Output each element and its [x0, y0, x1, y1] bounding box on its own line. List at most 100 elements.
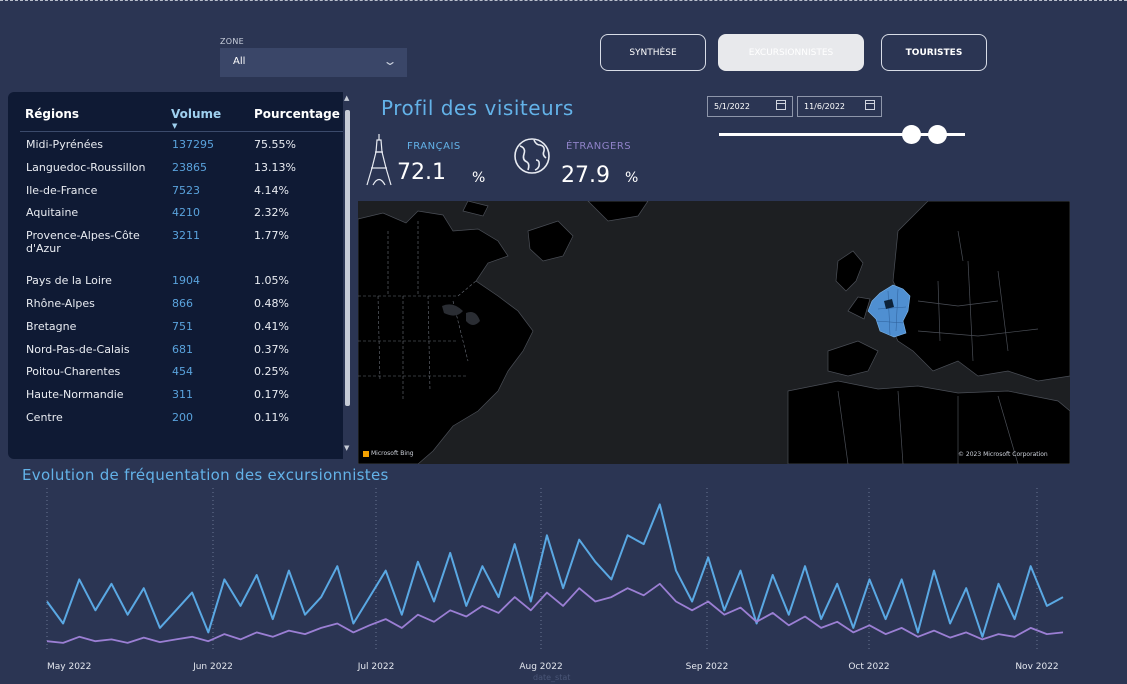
synthese-button[interactable]: SYNTHÈSE: [600, 34, 706, 71]
volume-value: 23865: [172, 160, 207, 174]
top-dashed-border: [0, 0, 1127, 1]
header-divider: [20, 131, 345, 132]
table-row[interactable]: Rhône-Alpes 866 0.48%: [8, 293, 348, 316]
x-tick-label: May 2022: [47, 662, 91, 672]
scrollbar-thumb[interactable]: [345, 110, 350, 406]
foreign-percentage-value: 27.9: [561, 163, 610, 188]
volume-value: 1904: [172, 274, 200, 288]
x-tick-label: Oct 2022: [848, 662, 889, 672]
french-percentage-unit: %: [472, 170, 486, 186]
table-row[interactable]: Midi-Pyrénées 137295 75.55%: [8, 134, 348, 157]
table-scrollbar[interactable]: ▲ ▼: [343, 92, 352, 459]
visitor-origin-map[interactable]: [358, 201, 1070, 464]
series-line-1: [46, 582, 1064, 644]
percentage-value: 0.11%: [254, 410, 289, 424]
x-tick-label: Sep 2022: [686, 662, 729, 672]
volume-value: 7523: [172, 183, 200, 197]
region-name: Aquitaine: [26, 206, 79, 220]
french-percentage-value: 72.1: [397, 160, 446, 185]
volume-value: 3211: [172, 229, 200, 243]
date-range-slider-start-handle[interactable]: [902, 125, 921, 144]
region-name: Midi-Pyrénées: [26, 138, 103, 151]
region-name: Provence-Alpes-Côte d'Azur: [26, 229, 140, 256]
volume-value: 200: [172, 410, 193, 424]
start-date-value: 5/1/2022: [714, 102, 750, 111]
percentage-value: 0.37%: [254, 342, 289, 356]
region-name: Nord-Pas-de-Calais: [26, 342, 130, 356]
x-tick-label: Jul 2022: [357, 662, 395, 672]
table-row[interactable]: Centre 200 0.11%: [8, 407, 348, 430]
volume-value: 311: [172, 388, 193, 402]
region-name: Ile-de-France: [26, 183, 98, 197]
region-name: Pays de la Loire: [26, 274, 112, 288]
volume-value: 137295: [172, 138, 214, 151]
scroll-up-icon[interactable]: ▲: [344, 94, 349, 102]
percentage-value: 0.48%: [254, 296, 289, 310]
map-copyright: © 2023 Microsoft Corporation: [958, 451, 1048, 458]
x-tick-label: Aug 2022: [519, 662, 562, 672]
percentage-value: 0.17%: [254, 388, 289, 402]
french-label: FRANÇAIS: [407, 141, 461, 152]
table-row[interactable]: Languedoc-Roussillon 23865 13.13%: [8, 157, 348, 180]
volume-value: 866: [172, 296, 193, 310]
percentage-value: 75.55%: [254, 138, 296, 151]
volume-value: 454: [172, 365, 193, 379]
percentage-value: 0.41%: [254, 319, 289, 333]
table-row[interactable]: Nord-Pas-de-Calais 681 0.37%: [8, 339, 348, 362]
table-row[interactable]: Ile-de-France 7523 4.14%: [8, 180, 348, 203]
series-line-0: [46, 503, 1064, 638]
zone-filter-label: ZONE: [220, 37, 245, 46]
region-name: Languedoc-Roussillon: [26, 160, 146, 174]
volume-value: 751: [172, 319, 193, 333]
regions-table: Régions Volume ▼ Pourcentage Midi-Pyréné…: [8, 92, 348, 459]
percentage-value: 2.32%: [254, 206, 289, 220]
profile-title: Profil des visiteurs: [381, 96, 574, 120]
globe-icon: [514, 138, 550, 174]
region-name: Rhône-Alpes: [26, 296, 95, 310]
excursionnistes-button[interactable]: EXCURSIONNISTES: [718, 34, 864, 71]
scroll-down-icon[interactable]: ▼: [344, 444, 349, 452]
date-range-slider-end-handle[interactable]: [928, 125, 947, 144]
sort-descending-icon: ▼: [172, 122, 178, 130]
percentage-value: 4.14%: [254, 183, 289, 197]
table-row[interactable]: Haute-Normandie 311 0.17%: [8, 384, 348, 407]
end-date-input[interactable]: 11/6/2022: [797, 96, 882, 117]
table-row[interactable]: Provence-Alpes-Côte d'Azur 3211 1.77%: [8, 225, 348, 270]
chevron-down-icon: ⌄: [382, 54, 398, 68]
region-name: Bretagne: [26, 319, 77, 333]
touristes-button[interactable]: TOURISTES: [881, 34, 987, 71]
table-row[interactable]: Bretagne 751 0.41%: [8, 316, 348, 339]
start-date-input[interactable]: 5/1/2022: [707, 96, 793, 117]
calendar-icon[interactable]: [865, 100, 875, 110]
calendar-icon[interactable]: [776, 100, 786, 110]
map-canvas: [358, 201, 1070, 464]
percentage-value: 1.05%: [254, 274, 289, 288]
header-volume[interactable]: Volume: [171, 107, 221, 121]
bing-attribution: Microsoft Bing: [363, 450, 414, 457]
header-percentage[interactable]: Pourcentage: [254, 107, 340, 121]
percentage-value: 1.77%: [254, 229, 289, 243]
x-tick-label: Nov 2022: [1015, 662, 1058, 672]
volume-value: 4210: [172, 206, 200, 220]
region-name: Poitou-Charentes: [26, 365, 121, 379]
percentage-value: 13.13%: [254, 160, 296, 174]
evolution-line-chart[interactable]: May 2022 Jun 2022 Jul 2022 Aug 2022 Sep 2022…: [0, 480, 1127, 684]
zone-dropdown-value: All: [233, 56, 246, 67]
foreign-label: ÉTRANGERS: [566, 141, 632, 152]
header-regions[interactable]: Régions: [25, 107, 79, 121]
volume-value: 681: [172, 342, 193, 356]
foreign-percentage-unit: %: [625, 170, 639, 186]
x-axis-label: date_stat: [533, 673, 571, 682]
percentage-value: 0.25%: [254, 365, 289, 379]
zone-dropdown[interactable]: All ⌄: [220, 48, 407, 77]
region-name: Haute-Normandie: [26, 388, 124, 402]
table-header: Régions Volume ▼ Pourcentage: [8, 92, 348, 132]
table-row[interactable]: Poitou-Charentes 454 0.25%: [8, 361, 348, 384]
region-name: Centre: [26, 410, 63, 424]
eiffel-tower-icon: [366, 134, 392, 186]
table-body: Midi-Pyrénées 137295 75.55% Languedoc-Rouss…: [8, 134, 348, 430]
x-tick-label: Jun 2022: [192, 662, 233, 672]
table-row[interactable]: Aquitaine 4210 2.32%: [8, 202, 348, 225]
table-row[interactable]: Pays de la Loire 1904 1.05%: [8, 270, 348, 293]
microsoft-logo-icon: [363, 450, 369, 457]
